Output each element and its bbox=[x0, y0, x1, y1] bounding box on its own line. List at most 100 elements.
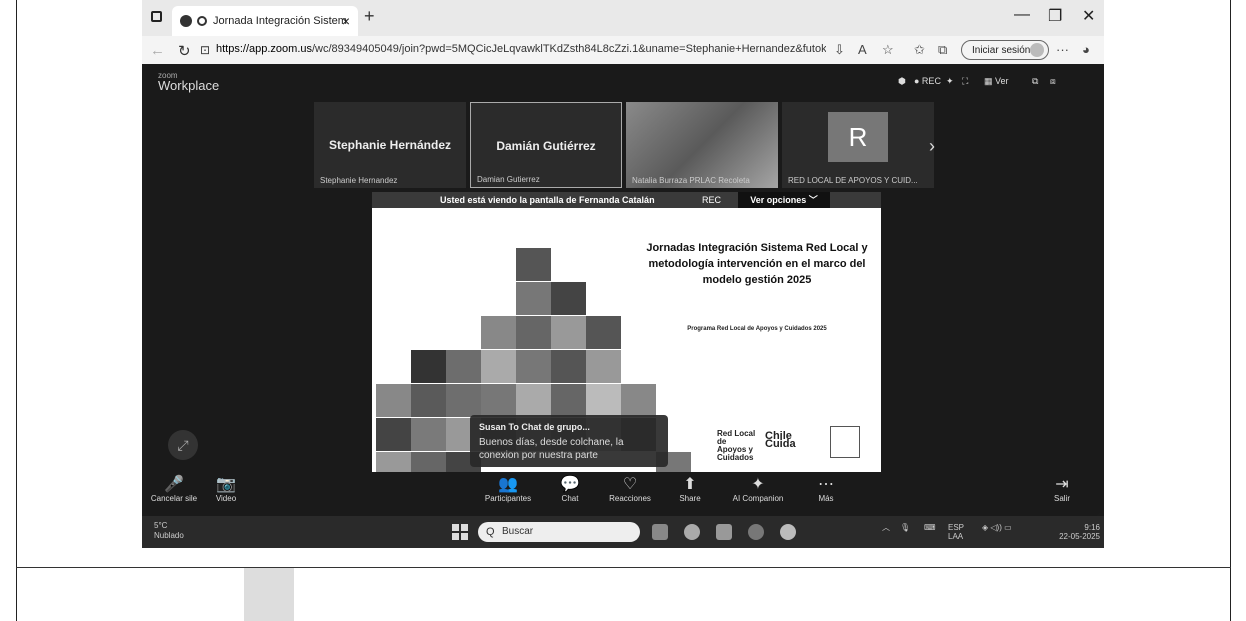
mosaic-photo bbox=[446, 384, 481, 417]
zoom-app-icon[interactable] bbox=[780, 524, 796, 540]
video-icon: 📷 bbox=[216, 476, 236, 493]
mosaic-tile bbox=[516, 316, 551, 349]
government-seal-logo bbox=[830, 426, 860, 458]
zoom-meeting: zoom Workplace ⬢ ● REC ✦ ⛶ ▦ Ver ⧉ ⧈ Ste… bbox=[146, 64, 1100, 516]
shield-icon[interactable]: ⬢ bbox=[898, 76, 906, 87]
language-code: ESP bbox=[948, 523, 965, 532]
more-icon[interactable]: ··· bbox=[1056, 42, 1069, 57]
participant-tile-active[interactable]: Damián Gutiérrez Damian Gutierrez bbox=[470, 102, 622, 188]
pip-icon[interactable]: ⧉ bbox=[1032, 76, 1038, 87]
tab-actions-icon[interactable] bbox=[151, 11, 162, 22]
chat-message: Buenos días, desde colchane, la conexion… bbox=[479, 437, 624, 461]
browser-tab[interactable]: Jornada Integración Sistem × bbox=[172, 6, 358, 36]
video-label: Video bbox=[215, 494, 237, 503]
next-participants-icon[interactable]: › bbox=[929, 136, 935, 157]
mosaic-tile bbox=[481, 316, 516, 349]
chat-notification[interactable]: Susan To Chat de grupo... Buenos días, d… bbox=[470, 415, 668, 467]
browser-window: Jornada Integración Sistem × + — ❐ ✕ ← ↻… bbox=[142, 0, 1104, 548]
participant-initial: R bbox=[828, 112, 888, 162]
close-window-icon[interactable]: ✕ bbox=[1082, 6, 1095, 26]
windows-taskbar: 5°C Nublado Q Buscar ︿ 🎙 ⌨ ESP LAA ◈ ◁))… bbox=[142, 516, 1104, 548]
mic-tray-icon[interactable]: 🎙 bbox=[900, 523, 910, 532]
url-path: /wc/89349405049/join?pwd=5MQCicJeLqvawkl… bbox=[312, 43, 826, 55]
more-button[interactable]: ⋯ Más bbox=[786, 474, 866, 503]
minimize-icon[interactable]: — bbox=[1014, 6, 1030, 24]
read-aloud-icon[interactable]: A bbox=[858, 42, 867, 57]
mosaic-photo bbox=[411, 418, 446, 451]
participant-tile[interactable]: Stephanie Hernández Stephanie Hernandez bbox=[314, 102, 466, 188]
view-options-button[interactable]: Ver opciones ﹀ bbox=[738, 192, 830, 208]
grid-icon: ▦ bbox=[984, 76, 996, 86]
mosaic-tile bbox=[516, 248, 551, 281]
zoom-brand: Workplace bbox=[158, 78, 220, 93]
sign-in-button[interactable]: Iniciar sesión bbox=[961, 40, 1049, 60]
url-field[interactable]: https://app.zoom.us/wc/89349405049/join?… bbox=[216, 43, 826, 55]
edge-icon[interactable] bbox=[684, 524, 700, 540]
taskbar-search[interactable]: Q Buscar bbox=[478, 522, 640, 542]
mosaic-tile bbox=[516, 350, 551, 383]
video-button[interactable]: 📷 Video bbox=[186, 474, 266, 503]
back-icon[interactable]: ← bbox=[150, 42, 165, 59]
participant-name: Stephanie Hernández bbox=[328, 138, 452, 152]
mosaic-tile bbox=[551, 350, 586, 383]
address-bar: ← ↻ ⊡ https://app.zoom.us/wc/89349405049… bbox=[142, 36, 1104, 64]
mosaic-tile bbox=[376, 384, 411, 417]
view-label: Ver bbox=[995, 76, 1009, 86]
mosaic-tile bbox=[586, 350, 621, 383]
search-label: Buscar bbox=[502, 526, 534, 537]
no-speaker-icon[interactable]: ⤢ bbox=[168, 430, 198, 460]
leave-button[interactable]: ⇥ Salir bbox=[1032, 474, 1092, 503]
mosaic-tile bbox=[586, 316, 621, 349]
restore-icon[interactable]: ❐ bbox=[1048, 6, 1062, 26]
network-volume-battery-icon[interactable]: ◈ ◁)) ▭ bbox=[982, 523, 1012, 532]
tab-close-icon[interactable]: × bbox=[342, 13, 350, 29]
red-local-logo: Red Local de Apoyos y Cuidados bbox=[717, 429, 756, 462]
more-icon: ⋯ bbox=[818, 476, 834, 493]
participant-name: Damián Gutiérrez bbox=[496, 139, 596, 153]
participant-label: Natalia Burraza PRLAC Recoleta bbox=[632, 176, 750, 185]
participant-video-tile[interactable]: Natalia Burraza PRLAC Recoleta bbox=[626, 102, 778, 188]
clock[interactable]: 9:16 22-05-2025 bbox=[1046, 523, 1100, 541]
search-icon: Q bbox=[486, 526, 495, 538]
favorite-icon[interactable]: ☆ bbox=[882, 42, 894, 58]
zoom-favicon-icon bbox=[180, 15, 192, 27]
view-button[interactable]: ▦ Ver bbox=[984, 76, 1009, 87]
collections-icon[interactable]: ⧉ bbox=[938, 42, 947, 58]
copilot-icon[interactable]: ◕ bbox=[1082, 42, 1090, 57]
minimize-meeting-icon[interactable]: ⧈ bbox=[1050, 76, 1056, 87]
language-indicator[interactable]: ESP LAA bbox=[948, 523, 964, 541]
slide-title: Jornadas Integración Sistema Red Local y… bbox=[646, 242, 868, 286]
mosaic-tile bbox=[481, 350, 516, 383]
chat-header: Susan To Chat de grupo... bbox=[479, 422, 590, 432]
mosaic-photo bbox=[446, 350, 481, 383]
sign-in-label: Iniciar sesión bbox=[972, 44, 1031, 56]
favorites-icon[interactable]: ✩ bbox=[914, 42, 925, 58]
site-info-icon[interactable]: ⊡ bbox=[200, 43, 210, 57]
weather-temp: 5°C bbox=[154, 521, 168, 530]
slide-subtitle: Programa Red Local de Apoyos y Cuidados … bbox=[687, 326, 827, 332]
windows-start-icon[interactable] bbox=[452, 524, 468, 540]
mosaic-tile bbox=[551, 316, 586, 349]
mosaic-tile bbox=[586, 384, 621, 417]
mosaic-tile bbox=[516, 384, 551, 417]
share-rec-label: REC bbox=[702, 195, 722, 205]
new-tab-button[interactable]: + bbox=[364, 6, 375, 27]
weather-widget[interactable]: 5°C Nublado bbox=[154, 521, 184, 541]
recording-indicator[interactable]: ● REC bbox=[914, 76, 941, 86]
ai-icon[interactable]: ✦ bbox=[946, 76, 954, 87]
refresh-icon[interactable]: ↻ bbox=[178, 42, 191, 60]
participant-tile[interactable]: R RED LOCAL DE APOYOS Y CUID... bbox=[782, 102, 934, 188]
mosaic-tile bbox=[516, 282, 551, 315]
share-banner-text: Usted está viendo la pantalla de Fernand… bbox=[440, 195, 655, 205]
leave-label: Salir bbox=[1053, 494, 1070, 503]
fullscreen-icon[interactable]: ⛶ bbox=[962, 76, 968, 87]
chrome-icon[interactable] bbox=[748, 524, 764, 540]
keyboard-tray-icon[interactable]: ⌨ bbox=[924, 523, 936, 532]
more-label: Más bbox=[818, 494, 834, 503]
mosaic-tile bbox=[551, 384, 586, 417]
task-view-icon[interactable] bbox=[652, 524, 668, 540]
mosaic-tile bbox=[376, 418, 411, 451]
tray-chevron-icon[interactable]: ︿ bbox=[882, 523, 890, 532]
file-explorer-icon[interactable] bbox=[716, 524, 732, 540]
download-icon[interactable]: ⇩ bbox=[834, 42, 845, 58]
